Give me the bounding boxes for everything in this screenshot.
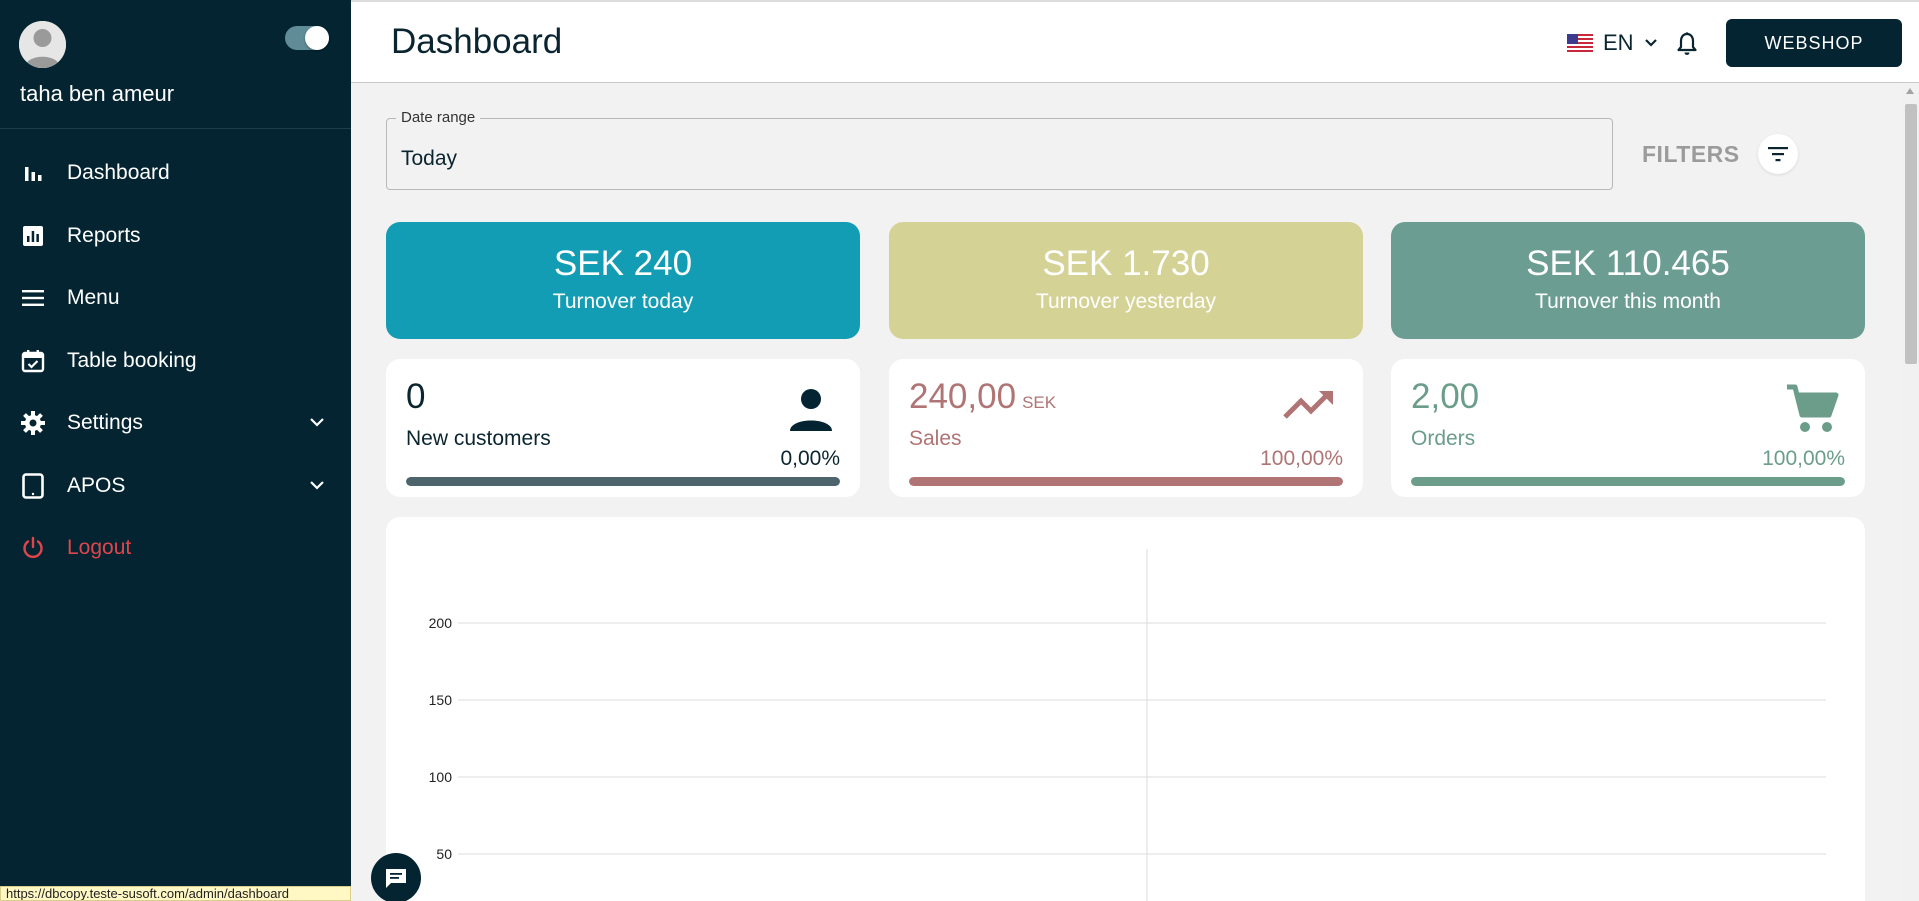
bell-icon[interactable] [1676,31,1698,62]
stat-progress-bar [406,477,840,486]
chart-y-tick-label: 50 [436,846,452,862]
scrollbar-thumb[interactable] [1905,104,1917,364]
sidebar-item-logout[interactable]: Logout [0,517,351,580]
progress-fill [1411,477,1845,486]
sidebar-item-table-booking[interactable]: Table booking [0,330,351,393]
stat-progress-bar [909,477,1343,486]
turnover-amount: SEK 110.465 [1526,244,1730,283]
sidebar-item-label: APOS [67,473,126,497]
theme-toggle[interactable] [285,26,329,50]
stat-value: 0 [406,377,426,416]
stat-value: 2,00 [1411,377,1480,416]
date-range-label: Date range [396,109,481,126]
sidebar-item-settings[interactable]: Settings [0,392,351,455]
scroll-up-arrow-icon[interactable] [1906,88,1914,94]
user-avatar-icon [19,21,66,68]
progress-fill [909,477,1343,486]
date-range-value: Today [401,147,458,170]
turnover-caption: Turnover this month [1535,290,1721,313]
progress-fill [406,477,840,486]
stat-progress-bar [1411,477,1845,486]
filter-icon[interactable] [1757,134,1798,174]
report-icon [20,223,46,249]
trending-up-icon [1283,387,1337,426]
language-selector[interactable]: EN [1567,30,1658,56]
chat-button[interactable] [371,853,421,901]
sidebar-item-apos[interactable]: APOS [0,455,351,518]
turnover-caption: Turnover yesterday [1035,290,1217,313]
turnover-caption: Turnover today [552,290,694,313]
filters-label: FILTERS [1642,140,1740,167]
turnover-month-card: SEK 110.465 Turnover this month [1391,222,1865,339]
stat-label: New customers [406,427,551,450]
stat-percent: 100,00% [1762,447,1845,470]
stat-label: Sales [909,427,962,450]
top-header: Dashboard EN WEBSHOP [351,0,1919,83]
us-flag-icon [1567,34,1593,52]
chevron-down-icon [1644,39,1657,47]
person-icon [788,387,834,436]
sidebar-item-label: Reports [67,223,141,247]
turnover-yesterday-card: SEK 1.730 Turnover yesterday [889,222,1363,339]
sidebar-item-label: Logout [67,536,132,560]
power-icon [20,535,46,561]
sales-card: 240,00 SEK Sales 100,00% [889,359,1363,497]
filters-button[interactable]: FILTERS [1642,134,1798,174]
sidebar-item-label: Dashboard [67,161,170,185]
chevron-down-icon [309,414,325,432]
stat-percent: 0,00% [780,447,840,470]
stat-label: Orders [1411,427,1476,450]
stat-percent: 100,00% [1260,447,1343,470]
stat-unit: SEK [1022,393,1057,412]
sidebar-nav: Dashboard Reports Menu Table booking Set… [0,142,351,580]
sidebar-divider [0,128,351,129]
chart-svg: 200 150 100 50 [429,549,1826,901]
turnover-today-card: SEK 240 Turnover today [386,222,860,339]
turnover-amount: SEK 240 [553,244,693,283]
chevron-down-icon [309,477,325,495]
sidebar-item-dashboard[interactable]: Dashboard [0,142,351,205]
sidebar-item-label: Settings [67,411,143,435]
gear-icon [20,410,46,436]
avatar[interactable] [19,21,66,68]
new-customers-card: 0 New customers 0,00% [386,359,860,497]
bar-chart-icon [20,160,46,186]
orders-card: 2,00 Orders 100,00% [1391,359,1865,497]
user-name: taha ben ameur [20,81,175,106]
menu-icon [20,285,46,311]
browser-status-url: https://dbcopy.teste-susoft.com/admin/da… [0,886,351,901]
stat-value: 240,00 [909,377,1017,416]
sidebar: taha ben ameur Dashboard Reports Menu Ta… [0,0,351,901]
chart-y-tick-label: 200 [429,615,453,631]
toggle-knob [305,26,329,50]
date-range-field[interactable]: Date range Today [386,109,1613,190]
sidebar-item-reports[interactable]: Reports [0,205,351,268]
turnover-chart: 200 150 100 50 [386,517,1865,901]
sidebar-item-label: Menu [67,286,120,310]
tablet-icon [20,472,46,499]
calendar-icon [20,348,46,374]
language-code: EN [1603,30,1634,55]
chart-y-tick-label: 150 [429,692,453,708]
chart-y-tick-label: 100 [429,769,453,785]
sidebar-item-label: Table booking [67,348,197,372]
page-title: Dashboard [391,22,563,61]
webshop-button[interactable]: WEBSHOP [1726,19,1902,67]
sidebar-item-menu[interactable]: Menu [0,267,351,330]
cart-icon [1785,383,1839,440]
turnover-amount: SEK 1.730 [1042,244,1210,283]
stat-value-wrap: 240,00 SEK [909,377,1056,417]
chat-icon [386,869,406,888]
